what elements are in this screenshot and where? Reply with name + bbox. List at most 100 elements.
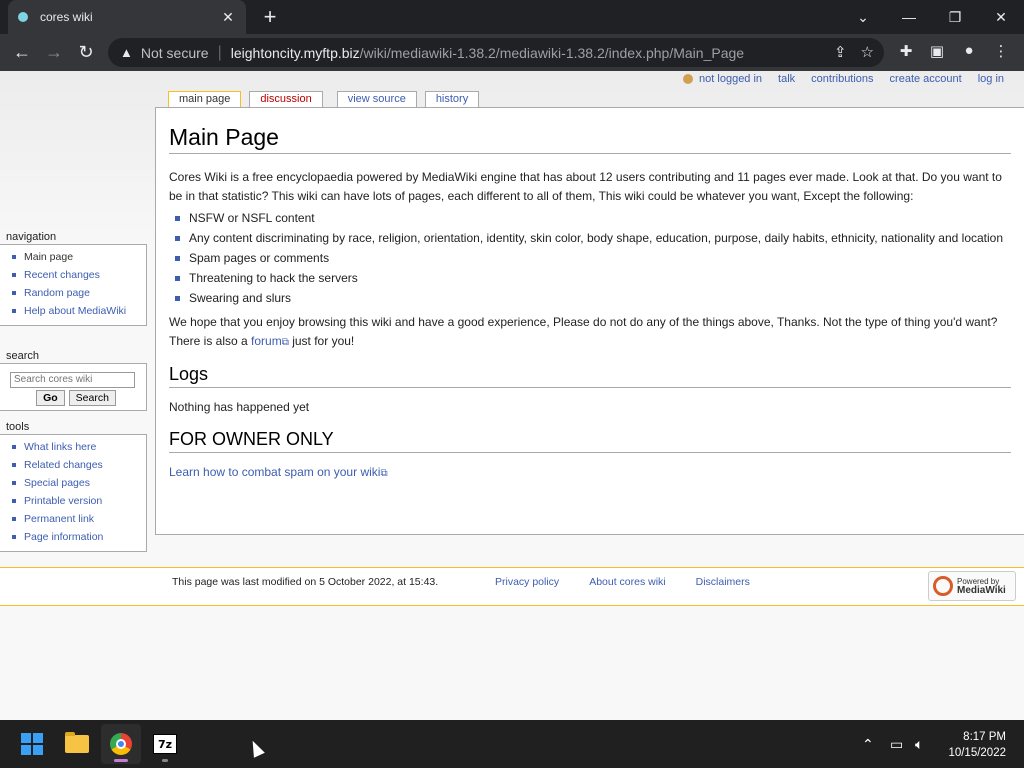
page-title: Main Page (169, 124, 1011, 154)
volume-icon[interactable]: 🔈︎ (915, 720, 923, 768)
file-explorer-button[interactable] (57, 724, 97, 764)
list-item: Swearing and slurs (175, 289, 1011, 308)
folder-icon (65, 732, 89, 753)
user-icon (683, 74, 694, 85)
tab-close-icon[interactable]: ✕ (220, 9, 236, 26)
sidebar-item-related-changes[interactable]: Related changes (10, 457, 142, 475)
search-portlet: search Go Search (0, 350, 147, 411)
sidebar-item-label[interactable]: Special pages (24, 477, 90, 489)
tab-title: cores wiki (40, 10, 93, 24)
show-hidden-icons-chevron-icon[interactable]: ⌃ (862, 720, 874, 768)
sidebar-item-label[interactable]: Random page (24, 287, 90, 299)
page-footer: This page was last modified on 5 October… (0, 567, 1024, 606)
content-actions: main page discussion view source history (168, 91, 487, 108)
tab-search-icon[interactable]: ⌄ (840, 0, 886, 34)
combat-spam-link[interactable]: Learn how to combat spam on your wiki⧉ (169, 465, 388, 479)
windows-logo-icon (21, 733, 43, 755)
sidebar-item-label[interactable]: What links here (24, 441, 96, 453)
sidebar-item-label[interactable]: Main page (24, 251, 73, 263)
tab-view-source-label[interactable]: view source (348, 93, 406, 105)
sidebar-item-recent-changes[interactable]: Recent changes (10, 267, 142, 285)
new-tab-button[interactable]: + (258, 4, 282, 30)
sidebar-item-label[interactable]: Permanent link (24, 513, 94, 525)
start-button[interactable] (12, 724, 52, 764)
7zip-taskbar-button[interactable]: 7z (145, 724, 185, 764)
contributions-link[interactable]: contributions (811, 73, 873, 85)
outro-paragraph: We hope that you enjoy browsing this wik… (169, 313, 1011, 352)
sidebar-item-printable-version[interactable]: Printable version (10, 493, 142, 511)
sidebar-item-special-pages[interactable]: Special pages (10, 475, 142, 493)
not-logged-in-link[interactable]: not logged in (699, 73, 762, 85)
address-bar[interactable]: ▲ Not secure | leightoncity.myftp.biz /w… (108, 38, 884, 67)
rules-list: NSFW or NSFL content Any content discrim… (175, 209, 1011, 308)
bookmark-star-icon[interactable]: ☆ (861, 43, 874, 61)
sidebar-item-help[interactable]: Help about MediaWiki (10, 303, 142, 321)
sidebar-item-label[interactable]: Page information (24, 531, 103, 543)
privacy-policy-link[interactable]: Privacy policy (495, 576, 559, 588)
mediawiki-logo-icon (933, 576, 953, 596)
sidebar-item-page-information[interactable]: Page information (10, 529, 142, 547)
about-link[interactable]: About cores wiki (589, 576, 665, 588)
not-secure-label: Not secure (140, 44, 209, 61)
network-icon[interactable]: ▭ (890, 720, 903, 768)
personal-tools: not logged in talk contributions create … (683, 73, 1004, 85)
tab-discussion[interactable]: discussion (249, 91, 323, 108)
sidebar-item-label[interactable]: Recent changes (24, 269, 100, 281)
list-item: NSFW or NSFL content (175, 209, 1011, 228)
back-button[interactable]: ← (8, 38, 36, 66)
7zip-icon: 7z (153, 734, 177, 754)
sidebar-item-label[interactable]: Help about MediaWiki (24, 305, 126, 317)
combat-spam-link-label[interactable]: Learn how to combat spam on your wiki (169, 465, 380, 479)
sidebar-item-main-page[interactable]: Main page (10, 249, 142, 267)
list-item: Threatening to hack the servers (175, 269, 1011, 288)
search-button[interactable]: Search (68, 389, 116, 406)
chrome-icon (110, 733, 132, 755)
tab-history[interactable]: history (424, 91, 480, 108)
external-link-icon: ⧉ (380, 468, 388, 479)
tab-history-label[interactable]: history (436, 93, 468, 105)
close-window-button[interactable]: ✕ (978, 0, 1024, 34)
sidebar-item-what-links-here[interactable]: What links here (10, 439, 142, 457)
extensions-icon[interactable]: ✚ (895, 42, 917, 60)
disclaimers-link[interactable]: Disclaimers (696, 576, 750, 588)
tools-portlet: tools What links here Related changes Sp… (0, 421, 147, 552)
personal-not-logged-in: not logged in (683, 73, 762, 85)
side-panel-icon[interactable]: ▣ (926, 42, 948, 60)
logs-heading: Logs (169, 364, 1011, 388)
clock-date: 10/15/2022 (948, 747, 1006, 759)
restore-button[interactable]: ❐ (932, 0, 978, 34)
forum-link-label[interactable]: forum (251, 334, 282, 348)
go-button[interactable]: Go (36, 389, 65, 406)
forum-link[interactable]: forum⧉ (251, 334, 289, 348)
share-icon[interactable]: ⇪ (834, 43, 847, 61)
menu-icon[interactable]: ⋮ (990, 42, 1012, 60)
sidebar-item-label[interactable]: Related changes (24, 459, 103, 471)
sidebar-item-permanent-link[interactable]: Permanent link (10, 511, 142, 529)
favicon-icon (18, 12, 28, 22)
chrome-taskbar-button[interactable] (101, 724, 141, 764)
navigation-title: navigation (6, 231, 57, 243)
talk-link[interactable]: talk (778, 73, 795, 85)
tab-view-source[interactable]: view source (336, 91, 417, 108)
url-host: leightoncity.myftp.biz (230, 44, 360, 61)
log-in-link[interactable]: log in (978, 73, 1004, 85)
create-account-link[interactable]: create account (890, 73, 962, 85)
system-clock[interactable]: 8:17 PM 10/15/2022 (948, 729, 1006, 761)
tools-title: tools (6, 421, 30, 433)
tab-main-page[interactable]: main page (168, 91, 242, 108)
profile-icon[interactable]: ● (958, 42, 980, 59)
minimize-button[interactable]: — (886, 0, 932, 34)
forward-button[interactable]: → (40, 38, 68, 66)
search-title: search (6, 350, 40, 362)
tab-main-page-label[interactable]: main page (179, 93, 230, 105)
tab-discussion-label[interactable]: discussion (260, 93, 311, 105)
powered-by-mediawiki-badge[interactable]: Powered by MediaWiki (928, 571, 1016, 601)
list-item: Spam pages or comments (175, 249, 1011, 268)
sidebar-item-label[interactable]: Printable version (24, 495, 102, 507)
navigation-portlet: navigation Main page Recent changes Rand… (0, 231, 147, 326)
reload-button[interactable]: ↻ (72, 38, 100, 66)
sidebar-item-random-page[interactable]: Random page (10, 285, 142, 303)
url-separator: | (217, 43, 222, 61)
search-input[interactable] (10, 371, 135, 388)
browser-tab[interactable]: cores wiki ✕ (8, 0, 246, 34)
